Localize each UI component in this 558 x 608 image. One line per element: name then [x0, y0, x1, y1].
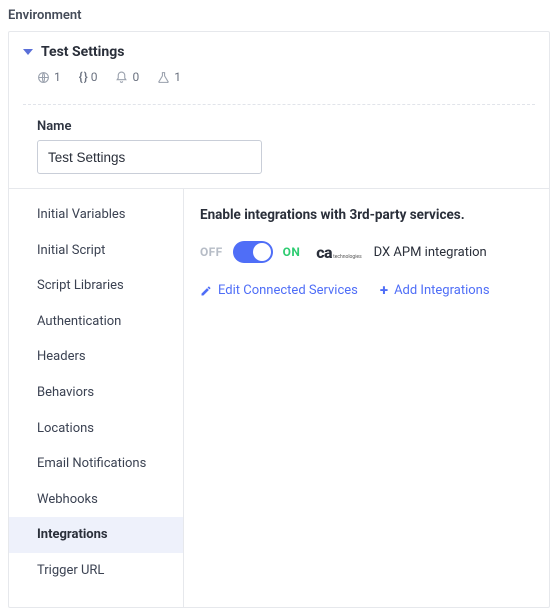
toggle-on-label: ON — [283, 245, 301, 259]
integration-row: OFF ON ca technologies DX APM integratio… — [200, 241, 533, 263]
add-link-label: Add Integrations — [394, 283, 489, 298]
stat-flask: 1 — [157, 70, 181, 84]
actions-row: Edit Connected Services + Add Integratio… — [200, 283, 533, 298]
content-heading: Enable integrations with 3rd-party servi… — [200, 207, 533, 223]
settings-panel: Test Settings 1 { } 0 0 1 Name — [8, 31, 550, 608]
ca-logo-main: ca — [316, 243, 332, 262]
ca-logo-sub: technologies — [333, 254, 362, 260]
add-integrations-link[interactable]: + Add Integrations — [380, 283, 490, 298]
sidebar-item-script-libraries[interactable]: Script Libraries — [9, 268, 183, 304]
name-input[interactable] — [37, 140, 262, 174]
stat-bell: 0 — [115, 70, 139, 84]
sidebar-item-integrations[interactable]: Integrations — [9, 517, 183, 553]
sidebar-item-webhooks[interactable]: Webhooks — [9, 482, 183, 518]
plus-icon: + — [380, 283, 388, 298]
stat-bell-value: 0 — [132, 70, 139, 84]
sidebar-item-behaviors[interactable]: Behaviors — [9, 375, 183, 411]
name-block: Name — [9, 105, 549, 188]
bell-icon — [115, 71, 128, 84]
integrations-content: Enable integrations with 3rd-party servi… — [184, 189, 549, 607]
sidebar-item-initial-script[interactable]: Initial Script — [9, 233, 183, 269]
edit-link-label: Edit Connected Services — [218, 283, 358, 298]
pencil-icon — [200, 285, 212, 297]
sidebar-item-email-notifications[interactable]: Email Notifications — [9, 446, 183, 482]
stat-globe: 1 — [37, 70, 61, 84]
stat-globe-value: 1 — [54, 70, 61, 84]
panel-title-row: Test Settings — [23, 44, 535, 60]
edit-connected-services-link[interactable]: Edit Connected Services — [200, 283, 358, 298]
integration-name: DX APM integration — [374, 245, 487, 260]
name-label: Name — [37, 119, 535, 134]
toggle-off-label: OFF — [200, 245, 223, 259]
globe-icon — [37, 71, 50, 84]
flask-icon — [157, 71, 170, 84]
ca-logo-icon: ca technologies — [316, 243, 361, 262]
braces-icon: { } — [79, 70, 87, 84]
collapse-caret-icon[interactable] — [23, 49, 33, 55]
stat-flask-value: 1 — [174, 70, 181, 84]
stat-braces: { } 0 — [79, 70, 98, 84]
section-label: Environment — [8, 8, 550, 23]
sidebar-item-locations[interactable]: Locations — [9, 411, 183, 447]
stats-row: 1 { } 0 0 1 — [23, 70, 535, 84]
panel-body: Initial VariablesInitial ScriptScript Li… — [9, 189, 549, 607]
sidebar-item-headers[interactable]: Headers — [9, 339, 183, 375]
panel-header: Test Settings 1 { } 0 0 1 — [9, 32, 549, 94]
stat-braces-value: 0 — [91, 70, 98, 84]
integration-toggle[interactable] — [233, 241, 273, 263]
settings-sidebar: Initial VariablesInitial ScriptScript Li… — [9, 189, 184, 607]
sidebar-item-trigger-url[interactable]: Trigger URL — [9, 553, 183, 589]
sidebar-item-initial-variables[interactable]: Initial Variables — [9, 197, 183, 233]
panel-title: Test Settings — [41, 44, 124, 60]
sidebar-item-authentication[interactable]: Authentication — [9, 304, 183, 340]
